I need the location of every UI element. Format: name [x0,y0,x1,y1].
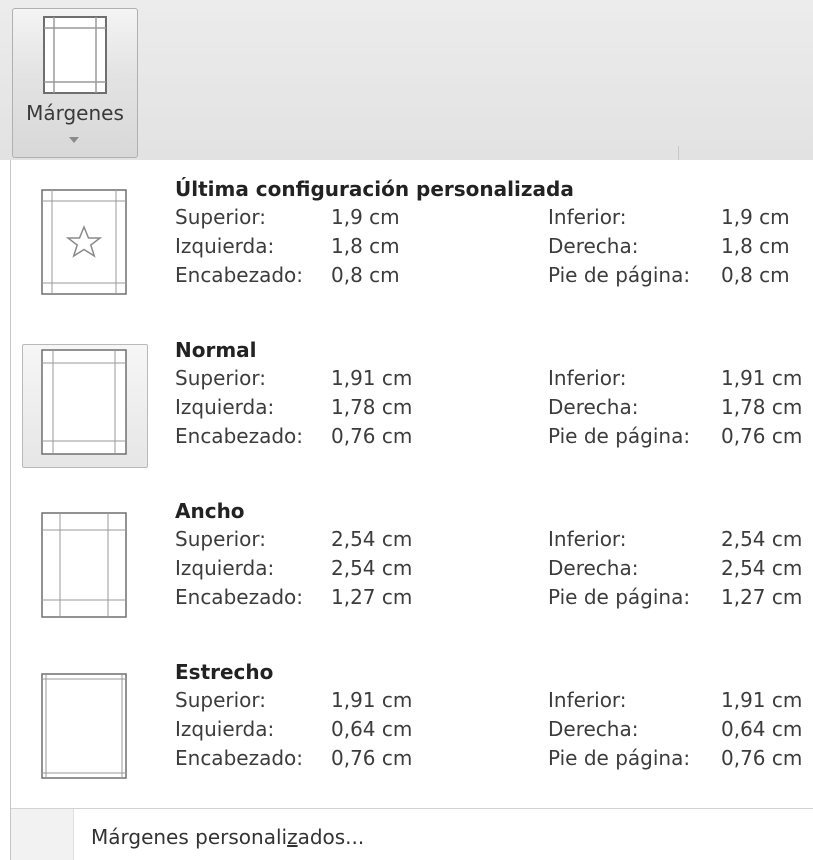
encabezado-value: 0,8 cm [331,263,400,287]
derecha-value: 1,8 cm [721,234,790,258]
superior-value: 1,91 cm [331,688,413,712]
wide-page-icon [41,512,127,618]
menu-separator [11,808,813,809]
dropdown-arrow-icon [69,137,79,143]
inferior-value: 1,91 cm [721,688,803,712]
izquierda-value: 1,8 cm [331,234,400,258]
pie-value: 0,8 cm [721,263,790,287]
preset-title: Última configuración personalizada [175,177,574,201]
inferior-label: Inferior: [548,205,627,229]
encabezado-label: Encabezado: [175,746,303,770]
encabezado-label: Encabezado: [175,585,303,609]
narrow-page-icon [41,673,127,779]
preset-title: Normal [175,338,257,362]
inferior-label: Inferior: [548,527,627,551]
preset-normal[interactable]: Normal Superior: 1,91 cm Inferior: 1,91 … [11,322,811,468]
izquierda-label: Izquierda: [175,395,275,419]
encabezado-label: Encabezado: [175,424,303,448]
custom-margins-label-end: ados... [297,825,365,849]
custom-margins-access-key: z [287,825,298,849]
margins-button-label: Márgenes [26,101,124,125]
superior-label: Superior: [175,205,266,229]
derecha-value: 2,54 cm [721,556,803,580]
superior-value: 1,91 cm [331,366,413,390]
superior-label: Superior: [175,688,266,712]
superior-label: Superior: [175,366,266,390]
encabezado-value: 1,27 cm [331,585,413,609]
izquierda-label: Izquierda: [175,717,275,741]
encabezado-value: 0,76 cm [331,424,413,448]
pie-label: Pie de página: [548,263,691,287]
izquierda-value: 0,64 cm [331,717,413,741]
pie-label: Pie de página: [548,424,691,448]
custom-margins-label-start: Márgenes personali [91,825,288,849]
preset-title: Estrecho [175,660,274,684]
encabezado-value: 0,76 cm [331,746,413,770]
superior-value: 2,54 cm [331,527,413,551]
ribbon-separator [678,146,679,160]
margins-button[interactable]: Márgenes [12,8,138,158]
pie-value: 1,27 cm [721,585,803,609]
derecha-label: Derecha: [548,556,639,580]
izquierda-label: Izquierda: [175,234,275,258]
inferior-label: Inferior: [548,366,627,390]
izquierda-label: Izquierda: [175,556,275,580]
preset-title: Ancho [175,499,245,523]
margins-dropdown-menu: Última configuración personalizada Super… [10,160,813,860]
page-margins-icon [43,16,107,94]
derecha-label: Derecha: [548,395,639,419]
menu-icon-gutter [11,809,74,860]
superior-label: Superior: [175,527,266,551]
pie-value: 0,76 cm [721,424,803,448]
preset-ancho[interactable]: Ancho Superior: 2,54 cm Inferior: 2,54 c… [11,485,811,625]
encabezado-label: Encabezado: [175,263,303,287]
inferior-value: 1,91 cm [721,366,803,390]
preset-last-custom[interactable]: Última configuración personalizada Super… [11,160,811,300]
izquierda-value: 1,78 cm [331,395,413,419]
superior-value: 1,9 cm [331,205,400,229]
star-page-icon [41,189,127,295]
inferior-value: 2,54 cm [721,527,803,551]
pie-label: Pie de página: [548,746,691,770]
inferior-value: 1,9 cm [721,205,790,229]
inferior-label: Inferior: [548,688,627,712]
normal-page-icon [41,349,127,455]
derecha-value: 1,78 cm [721,395,803,419]
ribbon-bar: Márgenes [0,0,813,160]
derecha-value: 0,64 cm [721,717,803,741]
izquierda-value: 2,54 cm [331,556,413,580]
preset-estrecho[interactable]: Estrecho Superior: 1,91 cm Inferior: 1,9… [11,647,811,787]
custom-margins-menu-item[interactable]: Márgenes personalizados... [91,825,364,849]
derecha-label: Derecha: [548,234,639,258]
derecha-label: Derecha: [548,717,639,741]
pie-value: 0,76 cm [721,746,803,770]
pie-label: Pie de página: [548,585,691,609]
